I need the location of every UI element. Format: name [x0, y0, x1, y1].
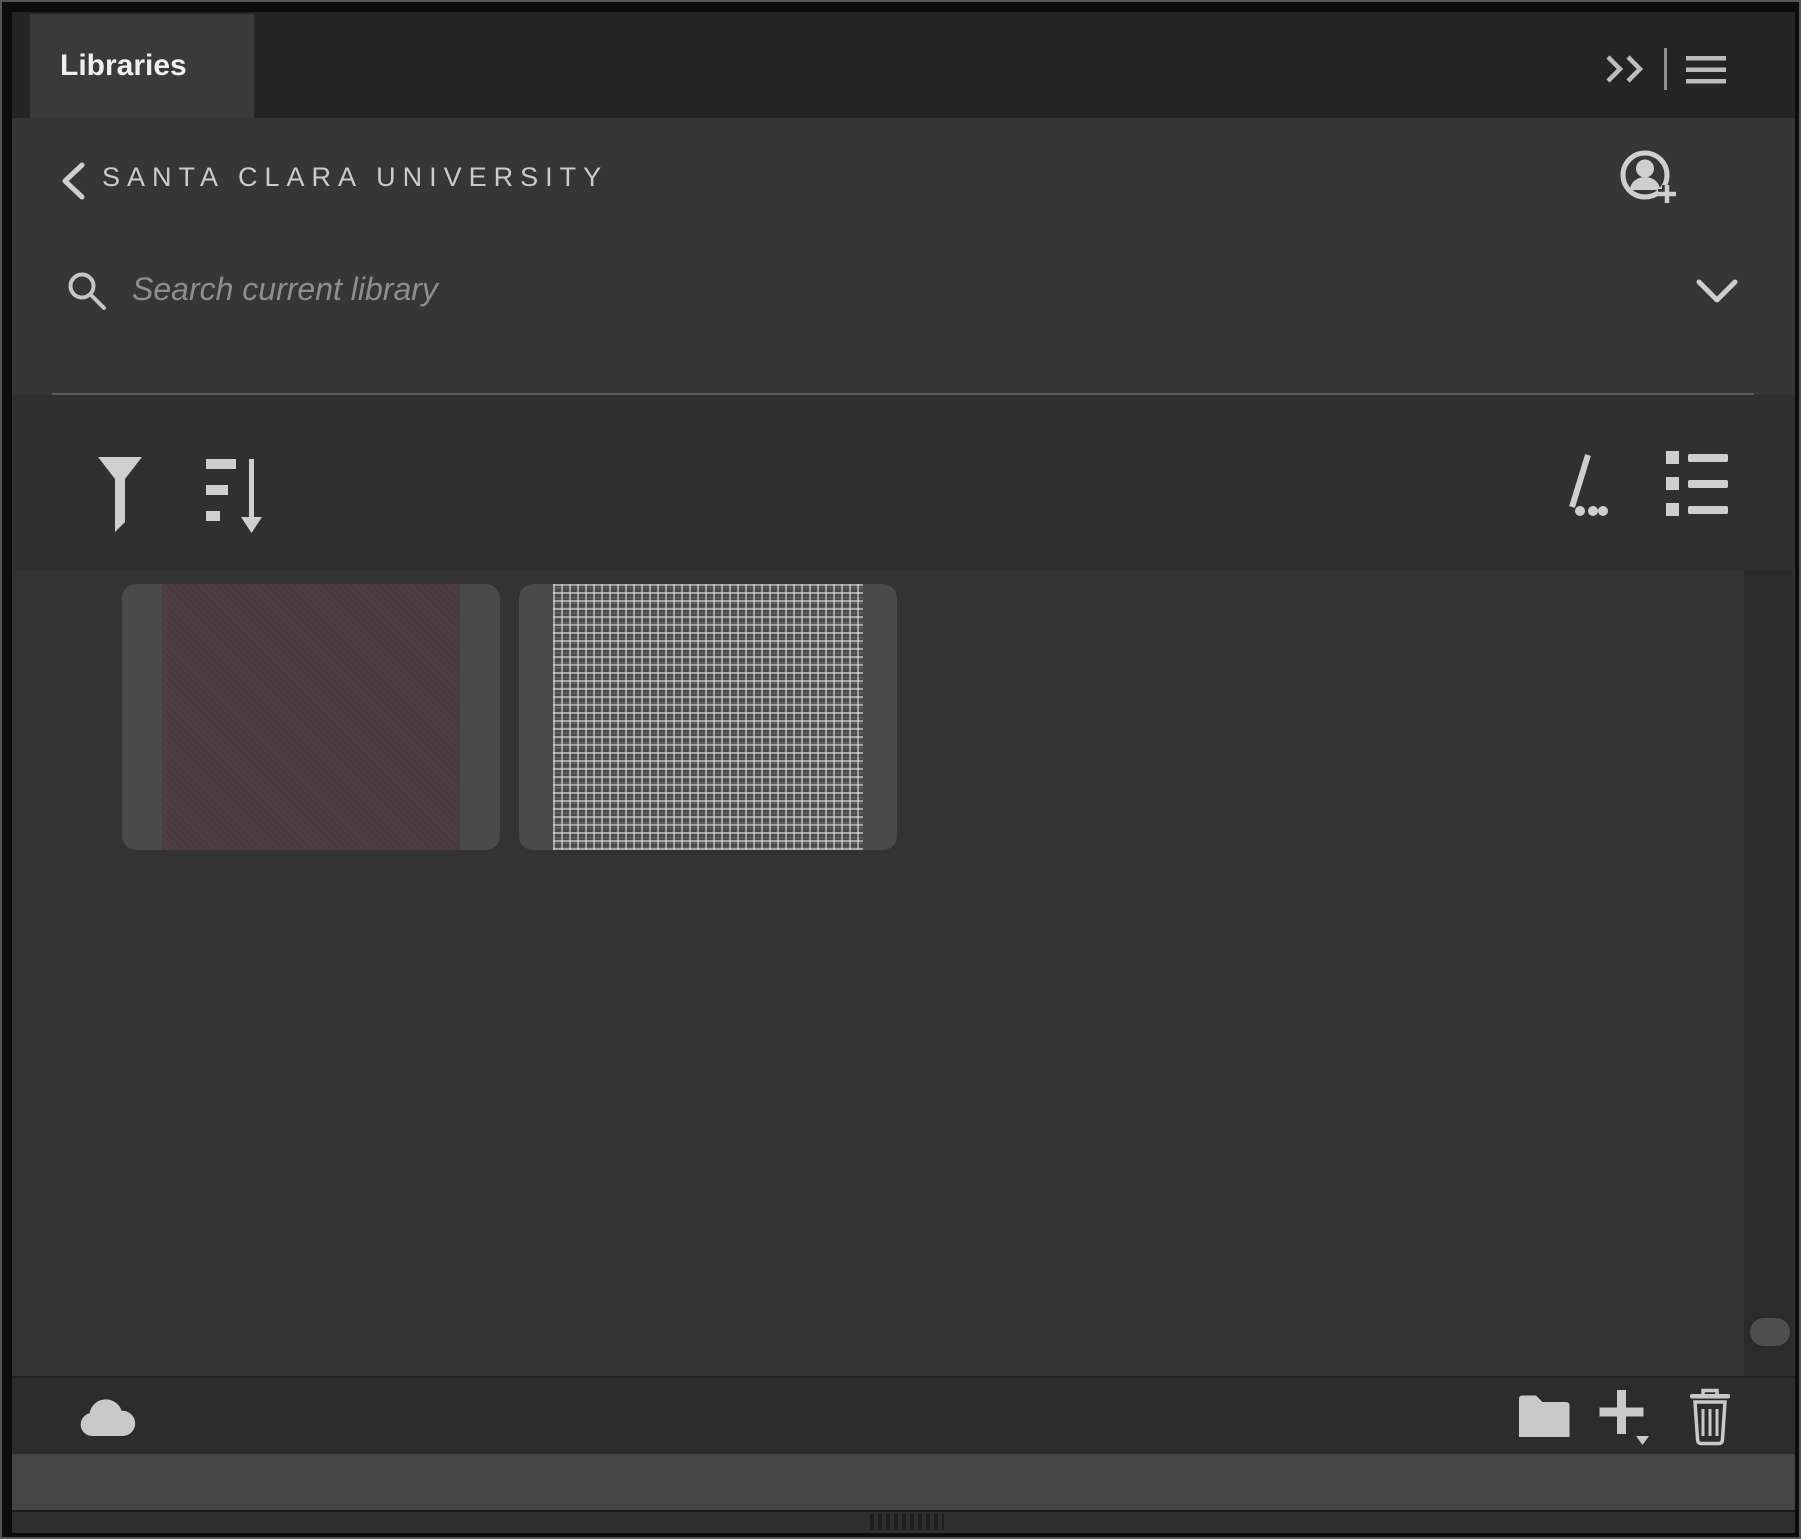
add-item-icon[interactable] [1596, 1386, 1652, 1446]
delete-trash-icon[interactable] [1688, 1388, 1732, 1446]
library-title: SANTA CLARA UNIVERSITY [102, 162, 608, 193]
library-items-area: Templates [12, 570, 1795, 1376]
search-icon [66, 270, 108, 312]
swatch-item-grid-pattern[interactable] [519, 584, 897, 850]
panel-footer-bar [12, 1376, 1795, 1454]
resize-grip-handle[interactable] [870, 1514, 944, 1530]
tab-strip-divider [1664, 48, 1667, 90]
item-names-view-icon[interactable] [1550, 453, 1608, 519]
scrollbar-thumb[interactable] [1750, 1318, 1790, 1346]
add-collaborator-icon[interactable] [1618, 148, 1682, 210]
maroon-texture-swatch [162, 584, 460, 850]
search-input[interactable] [130, 262, 1230, 316]
sort-icon[interactable] [206, 455, 272, 539]
filter-icon[interactable] [96, 455, 144, 539]
back-icon[interactable] [60, 162, 86, 200]
panel-menu-icon[interactable] [1684, 54, 1728, 86]
tab-libraries[interactable]: Libraries [30, 14, 254, 118]
grid-pattern-swatch [553, 584, 863, 850]
toolbar [12, 395, 1795, 570]
status-strip [12, 1454, 1795, 1510]
tab-libraries-label: Libraries [60, 14, 187, 118]
tab-strip: Libraries [12, 12, 1795, 118]
list-view-icon[interactable] [1666, 449, 1728, 519]
collapse-panel-icon[interactable] [1604, 54, 1648, 84]
search-scope-chevron-icon[interactable] [1696, 278, 1738, 306]
scrollbar-track[interactable] [1744, 570, 1793, 1376]
libraries-panel: Libraries SANTA CLARA UNIVERSITY [12, 12, 1795, 1533]
cloud-sync-icon[interactable] [76, 1394, 138, 1442]
libraries-panel-window: Libraries SANTA CLARA UNIVERSITY [0, 0, 1801, 1539]
new-group-folder-icon[interactable] [1516, 1390, 1572, 1440]
swatch-item-maroon[interactable] [122, 584, 500, 850]
